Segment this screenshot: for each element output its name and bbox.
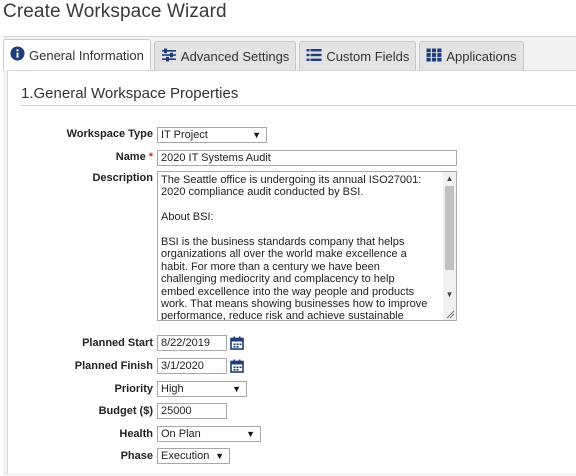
tab-label: Custom Fields (326, 48, 410, 64)
workspace-type-label: Workspace Type (66, 128, 153, 140)
workspace-type-value: IT Project (161, 129, 208, 141)
tab-applications[interactable]: Applications (419, 41, 524, 70)
workspace-type-select[interactable]: IT Project ▼ (157, 127, 267, 143)
resize-handle-icon[interactable] (445, 309, 455, 319)
chevron-down-icon: ▼ (252, 130, 261, 140)
budget-label: Budget ($) (98, 405, 153, 417)
scroll-down-icon[interactable]: ▼ (443, 289, 456, 301)
health-label: Health (119, 428, 153, 440)
health-select[interactable]: On Plan ▼ (157, 426, 261, 442)
description-textarea[interactable]: The Seattle office is undergoing its ann… (157, 171, 457, 321)
scroll-thumb[interactable] (445, 186, 454, 270)
planned-start-input[interactable]: 8/22/2019 (157, 335, 227, 351)
tab-advanced-settings[interactable]: Advanced Settings (153, 41, 297, 70)
planned-start-label: Planned Start (82, 337, 153, 349)
sliders-icon (161, 48, 177, 65)
priority-label: Priority (114, 383, 153, 395)
tab-custom-fields[interactable]: Custom Fields (299, 41, 417, 70)
scroll-up-icon[interactable]: ▲ (443, 173, 456, 185)
health-value: On Plan (161, 428, 201, 440)
calendar-icon[interactable] (230, 336, 244, 350)
budget-input[interactable]: 25000 (157, 403, 227, 419)
calendar-icon[interactable] (230, 359, 244, 373)
section-title: 1.General Workspace Properties (21, 85, 239, 102)
phase-value: Execution (161, 450, 210, 462)
chevron-down-icon: ▼ (215, 451, 224, 461)
grid-icon (426, 48, 442, 65)
planned-finish-label: Planned Finish (74, 360, 153, 372)
name-input[interactable]: 2020 IT Systems Audit (157, 150, 457, 166)
planned-finish-input[interactable]: 3/1/2020 (157, 358, 227, 374)
list-icon (306, 48, 322, 65)
window-title: Create Workspace Wizard (3, 1, 227, 22)
chevron-down-icon: ▼ (232, 384, 241, 394)
description-text: The Seattle office is undergoing its ann… (161, 174, 428, 321)
tab-strip: General Information Advanced Settings Cu… (3, 39, 527, 70)
priority-value: High (161, 383, 184, 395)
chevron-down-icon: ▼ (246, 429, 255, 439)
description-scrollbar[interactable]: ▲ ▼ (443, 172, 456, 320)
priority-select[interactable]: High ▼ (157, 381, 247, 397)
required-mark: * (148, 151, 153, 163)
section-divider (21, 105, 576, 106)
phase-select[interactable]: Execution ▼ (157, 448, 230, 464)
tab-label: Applications (446, 48, 517, 64)
name-label-text: Name (115, 151, 146, 163)
name-label: Name * (3, 151, 153, 163)
phase-label: Phase (120, 450, 153, 462)
info-icon (10, 46, 25, 64)
tab-label: General Information (29, 47, 144, 63)
tab-label: Advanced Settings (180, 48, 290, 64)
tab-general-information[interactable]: General Information (3, 39, 151, 70)
description-label: Description (92, 172, 153, 184)
